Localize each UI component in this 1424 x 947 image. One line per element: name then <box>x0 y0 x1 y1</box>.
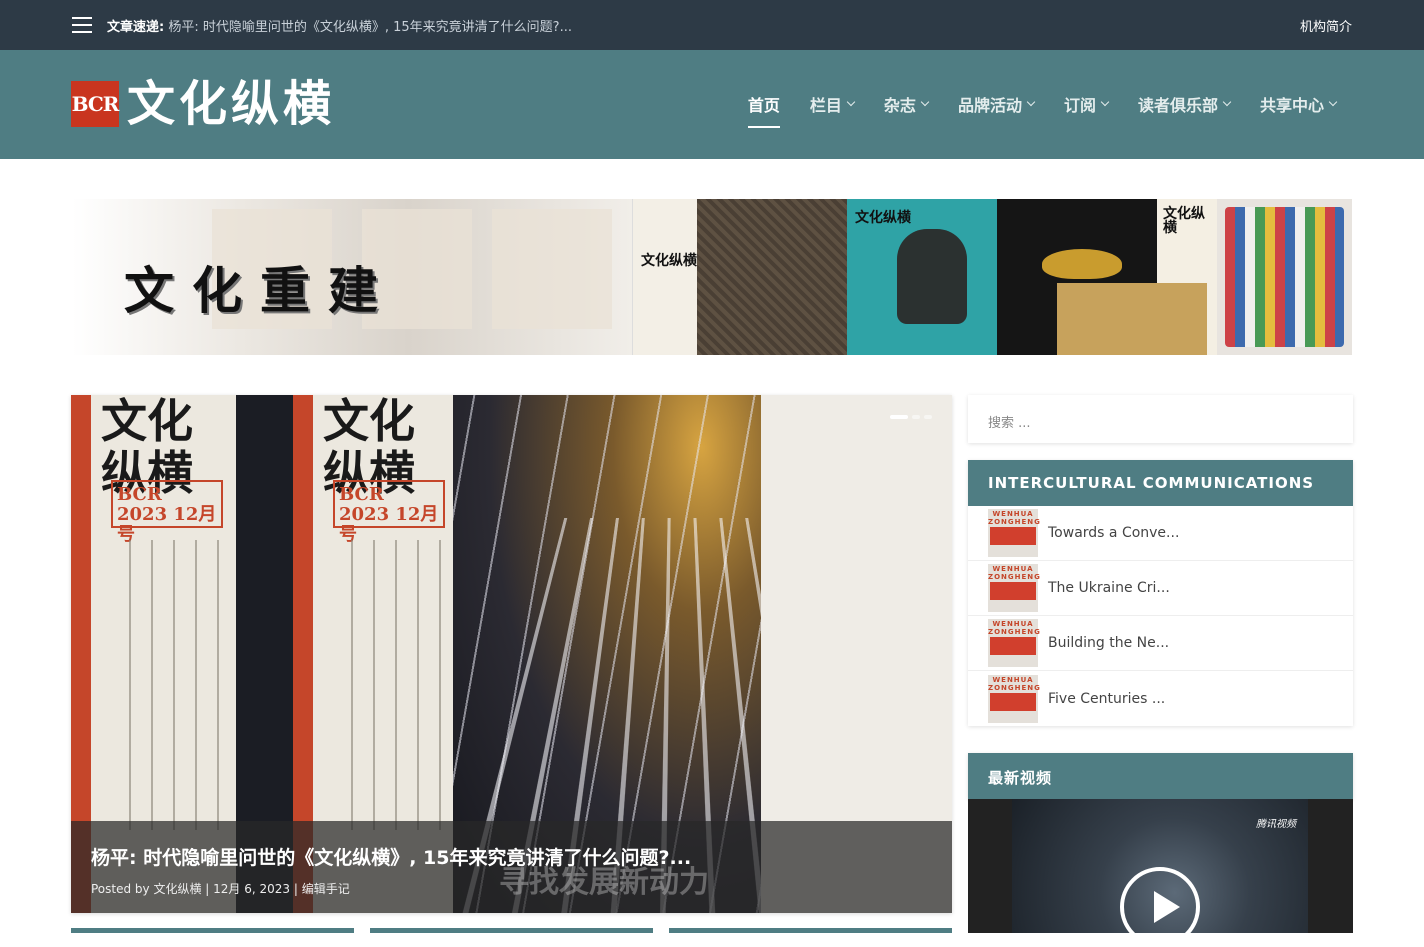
post-card-header <box>370 928 653 933</box>
nav-subscribe[interactable]: 订阅 <box>1063 92 1110 116</box>
list-item[interactable]: WENHUA ZONGHENG Building the Ne... <box>968 616 1353 671</box>
banner-left-collage: 文化重建 <box>72 199 632 355</box>
article-ticker[interactable]: 文章速递: 杨平: 时代隐喻里问世的《文化纵横》, 15年来究竟讲清了什么问题?… <box>107 16 572 35</box>
nav-magazine[interactable]: 杂志 <box>883 92 930 116</box>
thumb-label: WENHUA ZONGHENG <box>988 620 1041 636</box>
menu-icon[interactable] <box>72 17 92 33</box>
site-header: BCR 文化纵横 首页 栏目 杂志 品牌活动 订阅 读者俱乐部 共享中心 <box>0 50 1424 159</box>
post-date: 12月 6, 2023 <box>213 882 291 896</box>
article-title[interactable]: Towards a Conve... <box>1048 525 1179 541</box>
article-thumbnail[interactable]: WENHUA ZONGHENG <box>988 564 1041 612</box>
banner-statue-image: 文化纵横 <box>847 199 997 355</box>
cover-text-lines <box>341 540 441 830</box>
post-card-header <box>669 928 952 933</box>
search-input[interactable]: 搜索 ... <box>968 395 1353 443</box>
logo-mark: BCR <box>71 81 119 127</box>
cover-badge: BCR 2023 12月号 <box>111 480 223 545</box>
banner-artwork-image <box>697 199 847 355</box>
banner-title: 文化重建 <box>124 261 396 320</box>
lamp-shape <box>1042 249 1122 279</box>
org-intro-link[interactable]: 机构简介 <box>1300 16 1352 35</box>
widget-title: 最新视频 <box>968 753 1353 799</box>
cover-badge: BCR 2023 12月号 <box>333 480 445 545</box>
cover-logo: 文化纵横 <box>1163 206 1205 236</box>
nav-label: 栏目 <box>809 96 842 115</box>
nav-home[interactable]: 首页 <box>747 92 780 128</box>
banner-map-image <box>1057 283 1207 355</box>
chevron-down-icon <box>1026 97 1036 107</box>
flags-shape <box>1225 207 1344 347</box>
nav-label: 读者俱乐部 <box>1137 96 1218 115</box>
top-bar: 文章速递: 杨平: 时代隐喻里问世的《文化纵横》, 15年来究竟讲清了什么问题?… <box>0 0 1424 50</box>
thumb-band <box>990 582 1036 600</box>
list-item[interactable]: WENHUA ZONGHENG Five Centuries ... <box>968 671 1353 726</box>
nav-label: 品牌活动 <box>957 96 1022 115</box>
category-link[interactable]: 编辑手记 <box>302 882 350 896</box>
slider-dot[interactable] <box>924 415 932 419</box>
thumb-label: WENHUA ZONGHENG <box>988 565 1041 581</box>
thumb-label: WENHUA ZONGHENG <box>988 675 1041 692</box>
main-nav: 首页 栏目 杂志 品牌活动 订阅 读者俱乐部 共享中心 <box>747 92 1338 128</box>
nav-sharing-center[interactable]: 共享中心 <box>1259 92 1338 116</box>
nav-label: 共享中心 <box>1259 96 1324 115</box>
article-title[interactable]: Five Centuries ... <box>1048 691 1165 707</box>
article-title[interactable]: The Ukraine Cri... <box>1048 580 1170 596</box>
hero-banner[interactable]: 文化重建 文化纵横 文化纵横 文化纵横 <box>72 199 1352 355</box>
nav-label: 首页 <box>747 96 780 115</box>
author-link[interactable]: 文化纵横 <box>153 882 201 896</box>
video-thumbnail[interactable]: 腾讯视频 <box>1012 799 1308 947</box>
chevron-down-icon <box>846 97 856 107</box>
cover-text-lines <box>119 540 219 830</box>
play-icon[interactable] <box>1120 867 1200 947</box>
logo-text: 文化纵横 <box>127 76 336 132</box>
video-player[interactable]: 腾讯视频 <box>968 799 1353 947</box>
nav-label: 订阅 <box>1063 96 1096 115</box>
post-card-header <box>71 928 354 933</box>
thumb-band <box>990 527 1036 545</box>
chevron-down-icon <box>920 97 930 107</box>
article-thumbnail[interactable]: WENHUA ZONGHENG <box>988 509 1041 557</box>
chevron-down-icon <box>1100 97 1110 107</box>
cover-ghost-text: 寻找发展新动力 <box>499 865 709 900</box>
list-item[interactable]: WENHUA ZONGHENG The Ukraine Cri... <box>968 561 1353 616</box>
featured-slider[interactable]: 文化纵横 BCR 2023 12月号 文化纵横 BCR 2023 12月号 杨平… <box>71 395 952 913</box>
intercultural-widget: INTERCULTURAL COMMUNICATIONS WENHUA ZONG… <box>968 460 1353 726</box>
statue-shape <box>897 229 967 324</box>
nav-events[interactable]: 品牌活动 <box>957 92 1036 116</box>
site-logo[interactable]: BCR 文化纵横 <box>71 78 335 130</box>
banner-cover-image <box>492 209 612 329</box>
article-title[interactable]: Building the Ne... <box>1048 635 1169 651</box>
cover-logo: 文化纵横 <box>855 210 911 226</box>
chevron-down-icon <box>1222 97 1232 107</box>
article-thumbnail[interactable]: WENHUA ZONGHENG <box>988 619 1041 667</box>
banner-flags-image <box>1217 199 1352 355</box>
video-brand: 腾讯视频 <box>1256 819 1296 830</box>
list-item[interactable]: WENHUA ZONGHENG Towards a Conve... <box>968 506 1353 561</box>
thumb-band <box>990 692 1036 711</box>
video-widget: 最新视频 <box>968 753 1353 799</box>
slider-pagination <box>890 415 932 419</box>
article-thumbnail[interactable]: WENHUA ZONGHENG <box>988 674 1041 723</box>
nav-label: 杂志 <box>883 96 916 115</box>
posted-by-label: Posted by <box>91 882 150 896</box>
thumb-label: WENHUA ZONGHENG <box>988 510 1041 526</box>
thumb-band <box>990 637 1036 655</box>
nav-readers-club[interactable]: 读者俱乐部 <box>1137 92 1232 116</box>
slide-caption: 杨平: 时代隐喻里问世的《文化纵横》, 15年来究竟讲清了什么问题?... Po… <box>71 821 952 913</box>
ticker-label: 文章速递: <box>107 20 165 35</box>
ticker-text[interactable]: 杨平: 时代隐喻里问世的《文化纵横》, 15年来究竟讲清了什么问题?... <box>168 20 572 35</box>
slider-dot[interactable] <box>912 415 920 419</box>
banner-cover-image: 文化纵横 <box>632 199 697 355</box>
slider-dot[interactable] <box>890 415 908 419</box>
cover-logo: 文化纵横 <box>641 253 697 269</box>
chevron-down-icon <box>1328 97 1338 107</box>
nav-columns[interactable]: 栏目 <box>809 92 856 116</box>
widget-title: INTERCULTURAL COMMUNICATIONS <box>968 460 1353 506</box>
